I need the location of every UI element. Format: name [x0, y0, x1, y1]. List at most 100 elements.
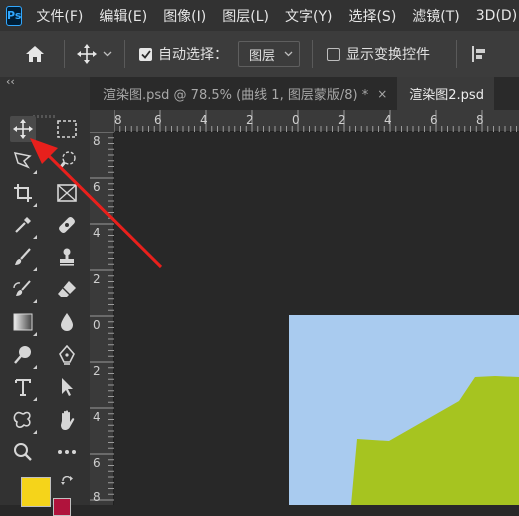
- canvas-area[interactable]: [114, 132, 519, 505]
- ruler-label: 2: [93, 272, 101, 286]
- options-separator: [456, 40, 457, 68]
- crop-tool[interactable]: [10, 180, 37, 207]
- marquee-tool[interactable]: [54, 116, 80, 142]
- crop-icon: [14, 184, 32, 202]
- rectangular-marquee-icon: [57, 120, 77, 138]
- auto-select-checkbox[interactable]: [139, 47, 152, 61]
- foreground-color-swatch[interactable]: [21, 477, 51, 507]
- tool-flyout-indicator: [33, 235, 37, 239]
- background-color-swatch[interactable]: [53, 498, 71, 516]
- collapse-panel-icon[interactable]: ‹‹: [6, 75, 15, 88]
- healing-brush-tool[interactable]: [54, 212, 80, 238]
- tab-label: 渲染图.psd @ 78.5% (曲线 1, 图层蒙版/8) *: [103, 88, 369, 103]
- options-separator: [312, 40, 313, 68]
- toolbox: [0, 111, 90, 516]
- zoom-tool[interactable]: [10, 439, 36, 465]
- ruler-label: 2: [93, 364, 101, 378]
- eyedropper-tool[interactable]: [10, 212, 37, 239]
- tool-flyout-indicator: [33, 365, 37, 369]
- more-icon: [58, 450, 76, 454]
- document-tabs: 渲染图.psd @ 78.5% (曲线 1, 图层蒙版/8) * × 渲染图2.…: [90, 77, 519, 110]
- frame-tool[interactable]: [54, 180, 80, 206]
- ruler-label: 2: [338, 113, 346, 127]
- ruler-label: 8: [476, 113, 484, 127]
- ruler-label: 4: [384, 113, 392, 127]
- ruler-label: 0: [292, 113, 300, 127]
- show-transform-controls-label: 显示变换控件: [346, 47, 430, 63]
- ruler-label: 6: [93, 180, 101, 194]
- tab-label: 渲染图2.psd: [409, 88, 484, 103]
- tool-flyout-indicator: [33, 203, 37, 207]
- ruler-label: 6: [430, 113, 438, 127]
- quick-selection-icon: [58, 151, 76, 169]
- move-tool[interactable]: [10, 116, 36, 142]
- type-tool[interactable]: [10, 374, 37, 401]
- eyedropper-icon: [15, 217, 31, 233]
- ruler-origin[interactable]: [90, 110, 114, 132]
- polygonal-lasso-icon: [13, 152, 32, 169]
- close-icon[interactable]: ×: [377, 87, 387, 101]
- bandage-icon: [59, 217, 75, 233]
- menu-edit[interactable]: 编辑(E): [99, 6, 147, 26]
- green-hill-shape: [351, 376, 519, 505]
- eraser-tool[interactable]: [54, 276, 80, 302]
- swap-colors-icon[interactable]: [61, 476, 75, 490]
- menu-file[interactable]: 文件(F): [36, 6, 83, 26]
- history-brush-tool[interactable]: [10, 276, 37, 303]
- tool-flyout-indicator: [33, 299, 37, 303]
- ruler-label: 8: [114, 113, 122, 127]
- hand-tool[interactable]: [54, 407, 80, 433]
- auto-select-label: 自动选择：: [158, 47, 228, 63]
- eraser-icon: [58, 281, 76, 297]
- vertical-ruler[interactable]: 8 6 4 2 0 2 4 6 8: [90, 132, 114, 505]
- tab-render2-psd[interactable]: 渲染图2.psd: [397, 77, 494, 110]
- chevron-down-icon: [284, 51, 293, 57]
- custom-shape-tool[interactable]: [10, 407, 37, 434]
- clone-stamp-tool[interactable]: [54, 244, 80, 270]
- lasso-tool[interactable]: [10, 147, 37, 174]
- menu-layer[interactable]: 图层(L): [222, 6, 269, 26]
- stamp-icon: [60, 248, 74, 266]
- tool-flyout-indicator: [33, 430, 37, 434]
- dodge-icon: [14, 346, 31, 364]
- tab-render-psd[interactable]: 渲染图.psd @ 78.5% (曲线 1, 图层蒙版/8) * ×: [90, 77, 397, 110]
- tool-flyout-indicator: [33, 170, 37, 174]
- auto-select-target-dropdown[interactable]: 图层: [238, 41, 300, 67]
- tool-flyout-indicator: [33, 267, 37, 271]
- tool-preset-picker[interactable]: [77, 44, 112, 64]
- more-tools[interactable]: [54, 439, 80, 465]
- show-transform-controls-checkbox[interactable]: [327, 47, 340, 61]
- pen-icon: [59, 345, 75, 365]
- home-button[interactable]: [16, 36, 54, 72]
- menu-image[interactable]: 图像(I): [163, 6, 206, 26]
- path-selection-tool[interactable]: [54, 374, 80, 400]
- move-icon: [77, 44, 97, 64]
- move-icon: [13, 119, 33, 139]
- brush-tool[interactable]: [10, 244, 37, 271]
- quick-select-tool[interactable]: [54, 147, 80, 173]
- ruler-label: 2: [246, 113, 254, 127]
- options-bar: 自动选择： 图层 显示变换控件: [0, 31, 519, 78]
- gradient-tool[interactable]: [10, 309, 37, 336]
- dodge-tool[interactable]: [10, 342, 37, 369]
- ruler-label: 8: [93, 134, 101, 148]
- history-brush-icon: [13, 280, 31, 296]
- align-left-edges-icon[interactable]: [471, 45, 487, 63]
- blur-tool[interactable]: [54, 309, 80, 335]
- menu-type[interactable]: 文字(Y): [285, 6, 332, 26]
- options-separator: [124, 40, 125, 68]
- horizontal-ruler[interactable]: 8 6 4 2 0 2 4 6 8: [114, 110, 519, 132]
- auto-select-target-value: 图层: [249, 48, 276, 64]
- ruler-label: 4: [200, 113, 208, 127]
- tool-flyout-indicator: [33, 332, 37, 336]
- toolbox-grip[interactable]: [33, 115, 55, 118]
- brush-icon: [15, 248, 31, 265]
- home-icon: [26, 46, 44, 62]
- toolbox-header: ‹‹: [0, 75, 90, 111]
- document-canvas[interactable]: [289, 315, 519, 505]
- menu-filter[interactable]: 滤镜(T): [412, 6, 459, 26]
- menu-select[interactable]: 选择(S): [348, 6, 396, 26]
- pen-tool[interactable]: [54, 342, 80, 368]
- menu-3d[interactable]: 3D(D): [476, 8, 517, 24]
- drop-icon: [61, 313, 73, 331]
